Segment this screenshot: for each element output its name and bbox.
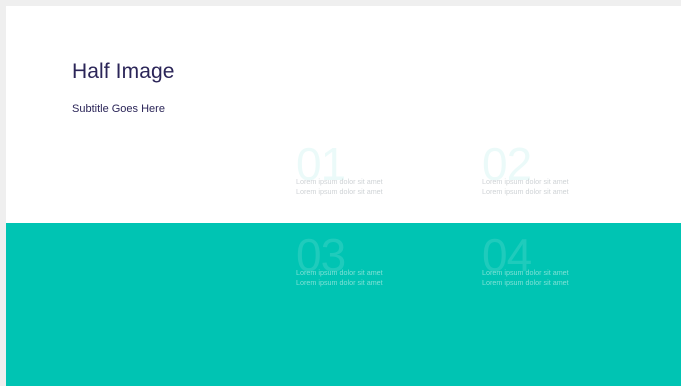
feature-description-line: Lorem ipsum dolor sit amet	[482, 177, 569, 186]
feature-description: Lorem ipsum dolor sit amet Lorem ipsum d…	[296, 268, 383, 287]
slide: Half Image Subtitle Goes Here 01 Lorem i…	[6, 6, 681, 386]
feature-description-line: Lorem ipsum dolor sit amet	[482, 186, 569, 196]
feature-description: Lorem ipsum dolor sit amet Lorem ipsum d…	[482, 268, 569, 287]
slide-subtitle: Subtitle Goes Here	[72, 103, 165, 115]
feature-item-04: 04 Lorem ipsum dolor sit amet Lorem ipsu…	[482, 232, 652, 296]
feature-description-line: Lorem ipsum dolor sit amet	[296, 268, 383, 277]
feature-item-02: 02 Lorem ipsum dolor sit amet Lorem ipsu…	[482, 141, 652, 205]
feature-description-line: Lorem ipsum dolor sit amet	[296, 186, 383, 196]
feature-item-01: 01 Lorem ipsum dolor sit amet Lorem ipsu…	[296, 141, 466, 205]
feature-description-line: Lorem ipsum dolor sit amet	[482, 277, 569, 287]
feature-description-line: Lorem ipsum dolor sit amet	[296, 277, 383, 287]
slide-title: Half Image	[72, 60, 175, 83]
feature-item-03: 03 Lorem ipsum dolor sit amet Lorem ipsu…	[296, 232, 466, 296]
feature-description: Lorem ipsum dolor sit amet Lorem ipsum d…	[296, 177, 383, 196]
feature-description-line: Lorem ipsum dolor sit amet	[296, 177, 383, 186]
feature-description-line: Lorem ipsum dolor sit amet	[482, 268, 569, 277]
feature-description: Lorem ipsum dolor sit amet Lorem ipsum d…	[482, 177, 569, 196]
